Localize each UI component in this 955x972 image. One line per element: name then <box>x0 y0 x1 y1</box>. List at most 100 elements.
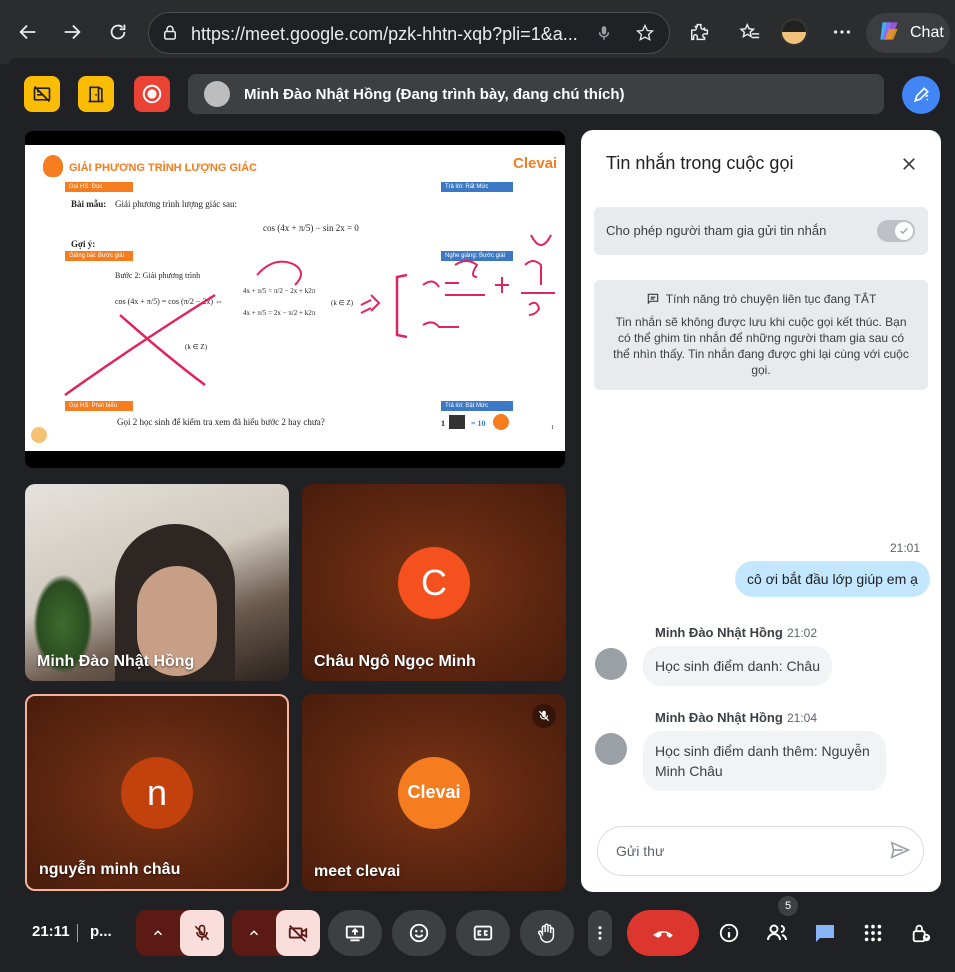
tile-name: Châu Ngô Ngọc Minh <box>314 653 476 670</box>
present-screen-button[interactable] <box>328 910 382 956</box>
favorite-star-icon[interactable] <box>635 23 655 48</box>
hand-icon <box>538 923 555 943</box>
apps-grid-icon <box>864 924 882 942</box>
info-title: Tính năng trò chuyện liên tục đang TẮT <box>610 292 912 306</box>
presentation-tile: GIẢI PHƯƠNG TRÌNH LƯỢNG GIÁC Clevai Gọi … <box>25 131 565 468</box>
video-tile-meet-clevai[interactable]: Clevai meet clevai <box>302 694 566 891</box>
muted-mic-icon <box>532 704 556 728</box>
reactions-button[interactable] <box>392 910 446 956</box>
host-controls-button[interactable] <box>24 76 60 112</box>
more-vert-icon <box>598 926 602 940</box>
breakout-rooms-button[interactable] <box>78 76 114 112</box>
extensions-icon[interactable] <box>684 16 716 48</box>
recording-button[interactable] <box>134 76 170 112</box>
copilot-icon <box>876 18 902 49</box>
tile-name: meet clevai <box>314 863 401 880</box>
forward-arrow-icon[interactable] <box>56 16 88 48</box>
incoming-message: Học sinh điểm danh: Châu <box>643 646 832 686</box>
info-icon <box>719 923 739 943</box>
meeting-controls-bar: 21:11 p... 5 <box>8 896 952 964</box>
check-icon <box>895 222 913 240</box>
camera-control <box>232 910 320 956</box>
copilot-label: Chat <box>910 24 944 41</box>
url-text: https://meet.google.com/pzk-hhtn-xqb?pli… <box>191 24 578 44</box>
message-time: 21:04 <box>787 711 818 725</box>
copilot-chat-button[interactable]: Chat <box>866 13 950 53</box>
captions-icon <box>473 925 493 941</box>
tag-tra-loi-bat-muc: Trả lời: Bật Mức <box>441 401 513 411</box>
chat-icon <box>816 925 834 942</box>
raise-hand-button[interactable] <box>520 910 574 956</box>
annotate-button[interactable] <box>902 76 940 114</box>
more-options-icon[interactable] <box>826 16 858 48</box>
message-sender: Minh Đào Nhật Hồng <box>655 710 783 725</box>
lock-person-icon <box>912 924 931 943</box>
camera-off-icon[interactable] <box>276 910 320 956</box>
audio-options-chevron-icon[interactable] <box>136 910 180 956</box>
video-tile-nguyen-minh-chau[interactable]: n nguyễn minh châu <box>25 694 289 891</box>
allow-messages-toggle[interactable] <box>877 220 915 242</box>
allow-messages-row: Cho phép người tham gia gửi tin nhắn <box>594 207 928 255</box>
info-title-text: Tính năng trò chuyện liên tục đang TẮT <box>665 292 877 306</box>
microphone-icon[interactable] <box>595 24 613 47</box>
emoji-icon <box>409 923 429 943</box>
chat-message-input[interactable]: Gửi thư <box>597 826 924 876</box>
host-controls-lock-button[interactable] <box>901 910 941 956</box>
hang-up-icon <box>653 931 673 938</box>
browser-toolbar: https://meet.google.com/pzk-hhtn-xqb?pli… <box>0 0 955 64</box>
tag-phat-bieu: Gọi HS: Phát biểu <box>65 401 133 411</box>
sender-avatar <box>595 648 627 680</box>
presenter-avatar <box>204 81 230 107</box>
leave-call-button[interactable] <box>627 910 699 956</box>
chat-bubble-icon <box>647 293 658 305</box>
presenter-text: Minh Đào Nhật Hồng (Đang trình bày, đang… <box>244 85 625 103</box>
video-options-chevron-icon[interactable] <box>232 910 276 956</box>
layout-off-icon <box>33 85 51 103</box>
people-count-badge: 5 <box>778 896 798 916</box>
clevai-avatar: Clevai <box>398 756 470 829</box>
mic-off-icon[interactable] <box>180 910 224 956</box>
continuous-chat-info: Tính năng trò chuyện liên tục đang TẮT T… <box>594 280 928 390</box>
favorites-icon[interactable] <box>734 16 766 48</box>
message-sender: Minh Đào Nhật Hồng <box>655 625 783 640</box>
people-icon <box>767 924 787 941</box>
meeting-details-button[interactable] <box>709 910 749 956</box>
message-time: 21:01 <box>890 541 921 555</box>
door-icon <box>88 86 104 103</box>
trophy-icon <box>449 415 465 429</box>
back-arrow-icon[interactable] <box>12 16 44 48</box>
video-tile-minh-dao-nhat-hong[interactable]: Minh Đào Nhật Hồng <box>25 484 289 681</box>
address-bar[interactable]: https://meet.google.com/pzk-hhtn-xqb?pli… <box>148 12 670 54</box>
meeting-code: p... <box>90 923 112 940</box>
people-button[interactable] <box>757 910 797 956</box>
participant-avatar: C <box>398 546 470 619</box>
incoming-message: Học sinh điểm danh thêm: Nguyễn Minh Châ… <box>643 731 886 791</box>
meeting-clock: 21:11 <box>32 923 70 940</box>
present-icon <box>345 925 365 942</box>
activities-button[interactable] <box>853 910 893 956</box>
tile-name: nguyễn minh châu <box>39 861 181 878</box>
slide-question: Gọi 2 học sinh để kiểm tra xem đã hiểu b… <box>117 417 325 427</box>
chat-input-placeholder: Gửi thư <box>616 843 665 859</box>
reload-icon[interactable] <box>102 16 134 48</box>
close-icon[interactable] <box>895 150 923 178</box>
more-options-button[interactable] <box>588 910 612 956</box>
slide-page-number: 1 <box>551 425 554 431</box>
tile-name: Minh Đào Nhật Hồng <box>37 653 195 670</box>
score-right: = 10 <box>471 419 486 428</box>
send-icon[interactable] <box>889 839 911 866</box>
site-info-icon[interactable] <box>161 24 179 47</box>
message-time: 21:02 <box>787 626 818 640</box>
chat-title: Tin nhắn trong cuộc gọi <box>606 153 794 173</box>
chat-panel: Tin nhắn trong cuộc gọi Cho phép người t… <box>581 130 941 892</box>
allow-messages-label: Cho phép người tham gia gửi tin nhắn <box>606 223 827 238</box>
score-left: 1 <box>441 419 445 428</box>
meet-window: Minh Đào Nhật Hồng (Đang trình bày, đang… <box>8 58 952 972</box>
outgoing-message: cô ơi bắt đầu lớp giúp em ạ <box>735 561 930 597</box>
captions-button[interactable] <box>456 910 510 956</box>
participant-avatar: n <box>121 756 193 829</box>
video-tile-chau-ngo-ngoc-minh[interactable]: C Châu Ngô Ngọc Minh <box>302 484 566 681</box>
slide: GIẢI PHƯƠNG TRÌNH LƯỢNG GIÁC Clevai Gọi … <box>25 145 565 451</box>
profile-avatar[interactable] <box>778 16 810 48</box>
chat-button[interactable] <box>805 910 845 956</box>
